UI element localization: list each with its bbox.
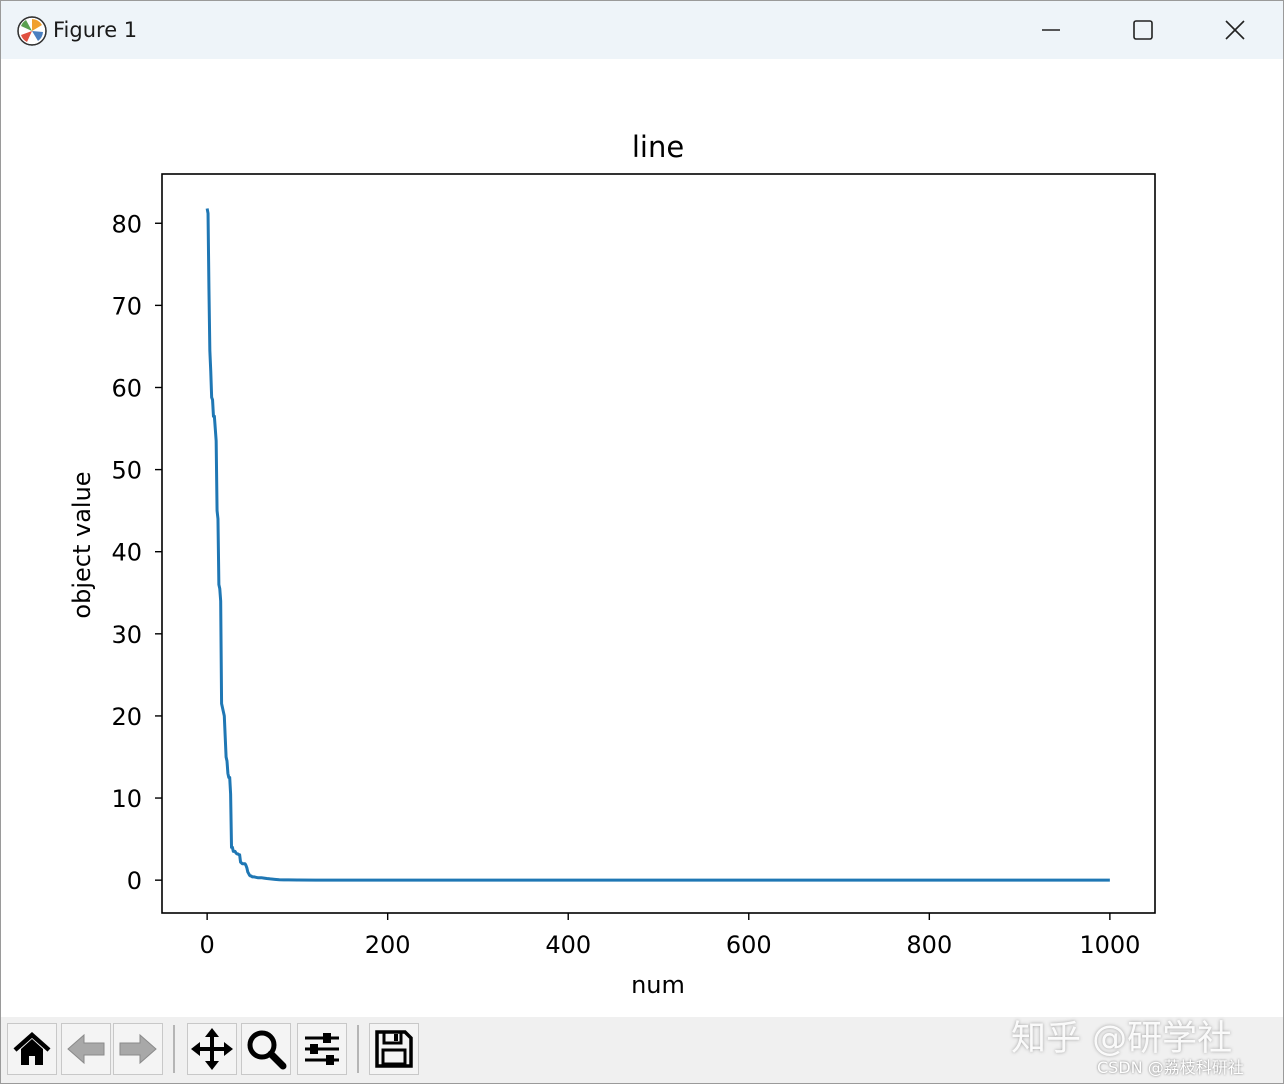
sliders-icon (305, 1033, 339, 1065)
y-tick-label: 10 (111, 785, 142, 813)
maximize-icon (1133, 20, 1153, 40)
toolbar-separator (173, 1025, 175, 1073)
toolbar-separator (357, 1025, 359, 1073)
pan-button[interactable] (187, 1023, 237, 1075)
x-tick-label: 400 (545, 931, 591, 959)
home-icon (13, 1031, 51, 1065)
axes: 0 200 400 600 800 1000 0 10 20 30 40 50 60 70 80 (111, 173, 1156, 959)
y-tick-label: 30 (111, 621, 142, 649)
arrow-right-icon (119, 1033, 157, 1065)
move-icon (191, 1028, 233, 1070)
figure-window: Figure 1 line 0 200 400 600 800 1000 0 10 20 30 40… (0, 0, 1284, 1084)
minimize-button[interactable] (1005, 1, 1097, 59)
figure-canvas[interactable]: line 0 200 400 600 800 1000 0 10 20 30 40 50 60 70 80 … (1, 59, 1283, 1017)
forward-button[interactable] (113, 1023, 163, 1075)
x-tick-label: 600 (726, 931, 772, 959)
window-title: Figure 1 (53, 18, 138, 42)
y-tick-label: 60 (111, 374, 142, 402)
y-axis-label: object value (68, 471, 96, 618)
x-tick-label: 800 (906, 931, 952, 959)
minimize-icon (1042, 29, 1060, 31)
close-button[interactable] (1189, 1, 1281, 59)
axes-frame (161, 173, 1156, 914)
x-tick-label: 0 (199, 931, 214, 959)
close-icon (1225, 20, 1245, 40)
magnifier-icon (247, 1030, 287, 1070)
y-tick-label: 70 (111, 292, 142, 320)
matplotlib-icon (17, 16, 47, 46)
y-tick-label: 50 (111, 457, 142, 485)
series-line (205, 208, 1110, 882)
x-tick-label: 200 (365, 931, 411, 959)
y-tick-label: 40 (111, 539, 142, 567)
x-tick-label: 1000 (1079, 931, 1140, 959)
y-tick-label: 20 (111, 703, 142, 731)
configure-subplots-button[interactable] (297, 1023, 347, 1075)
floppy-disk-icon (375, 1030, 413, 1068)
x-axis-label: num (631, 971, 685, 999)
chart-title: line (632, 130, 684, 164)
arrow-left-icon (67, 1033, 105, 1065)
y-tick-label: 0 (127, 867, 142, 895)
home-button[interactable] (7, 1023, 57, 1075)
line-chart: line 0 200 400 600 800 100001020304050607080 … (68, 130, 1156, 999)
y-tick-label: 80 (111, 210, 142, 238)
back-button[interactable] (61, 1023, 111, 1075)
save-button[interactable] (369, 1023, 419, 1075)
plot-lines (205, 208, 1110, 882)
zoom-button[interactable] (241, 1023, 291, 1075)
watermark-secondary: CSDN @荔枝科研社 (1097, 1058, 1244, 1077)
title-bar[interactable]: Figure 1 (1, 1, 1283, 59)
maximize-button[interactable] (1097, 1, 1189, 59)
